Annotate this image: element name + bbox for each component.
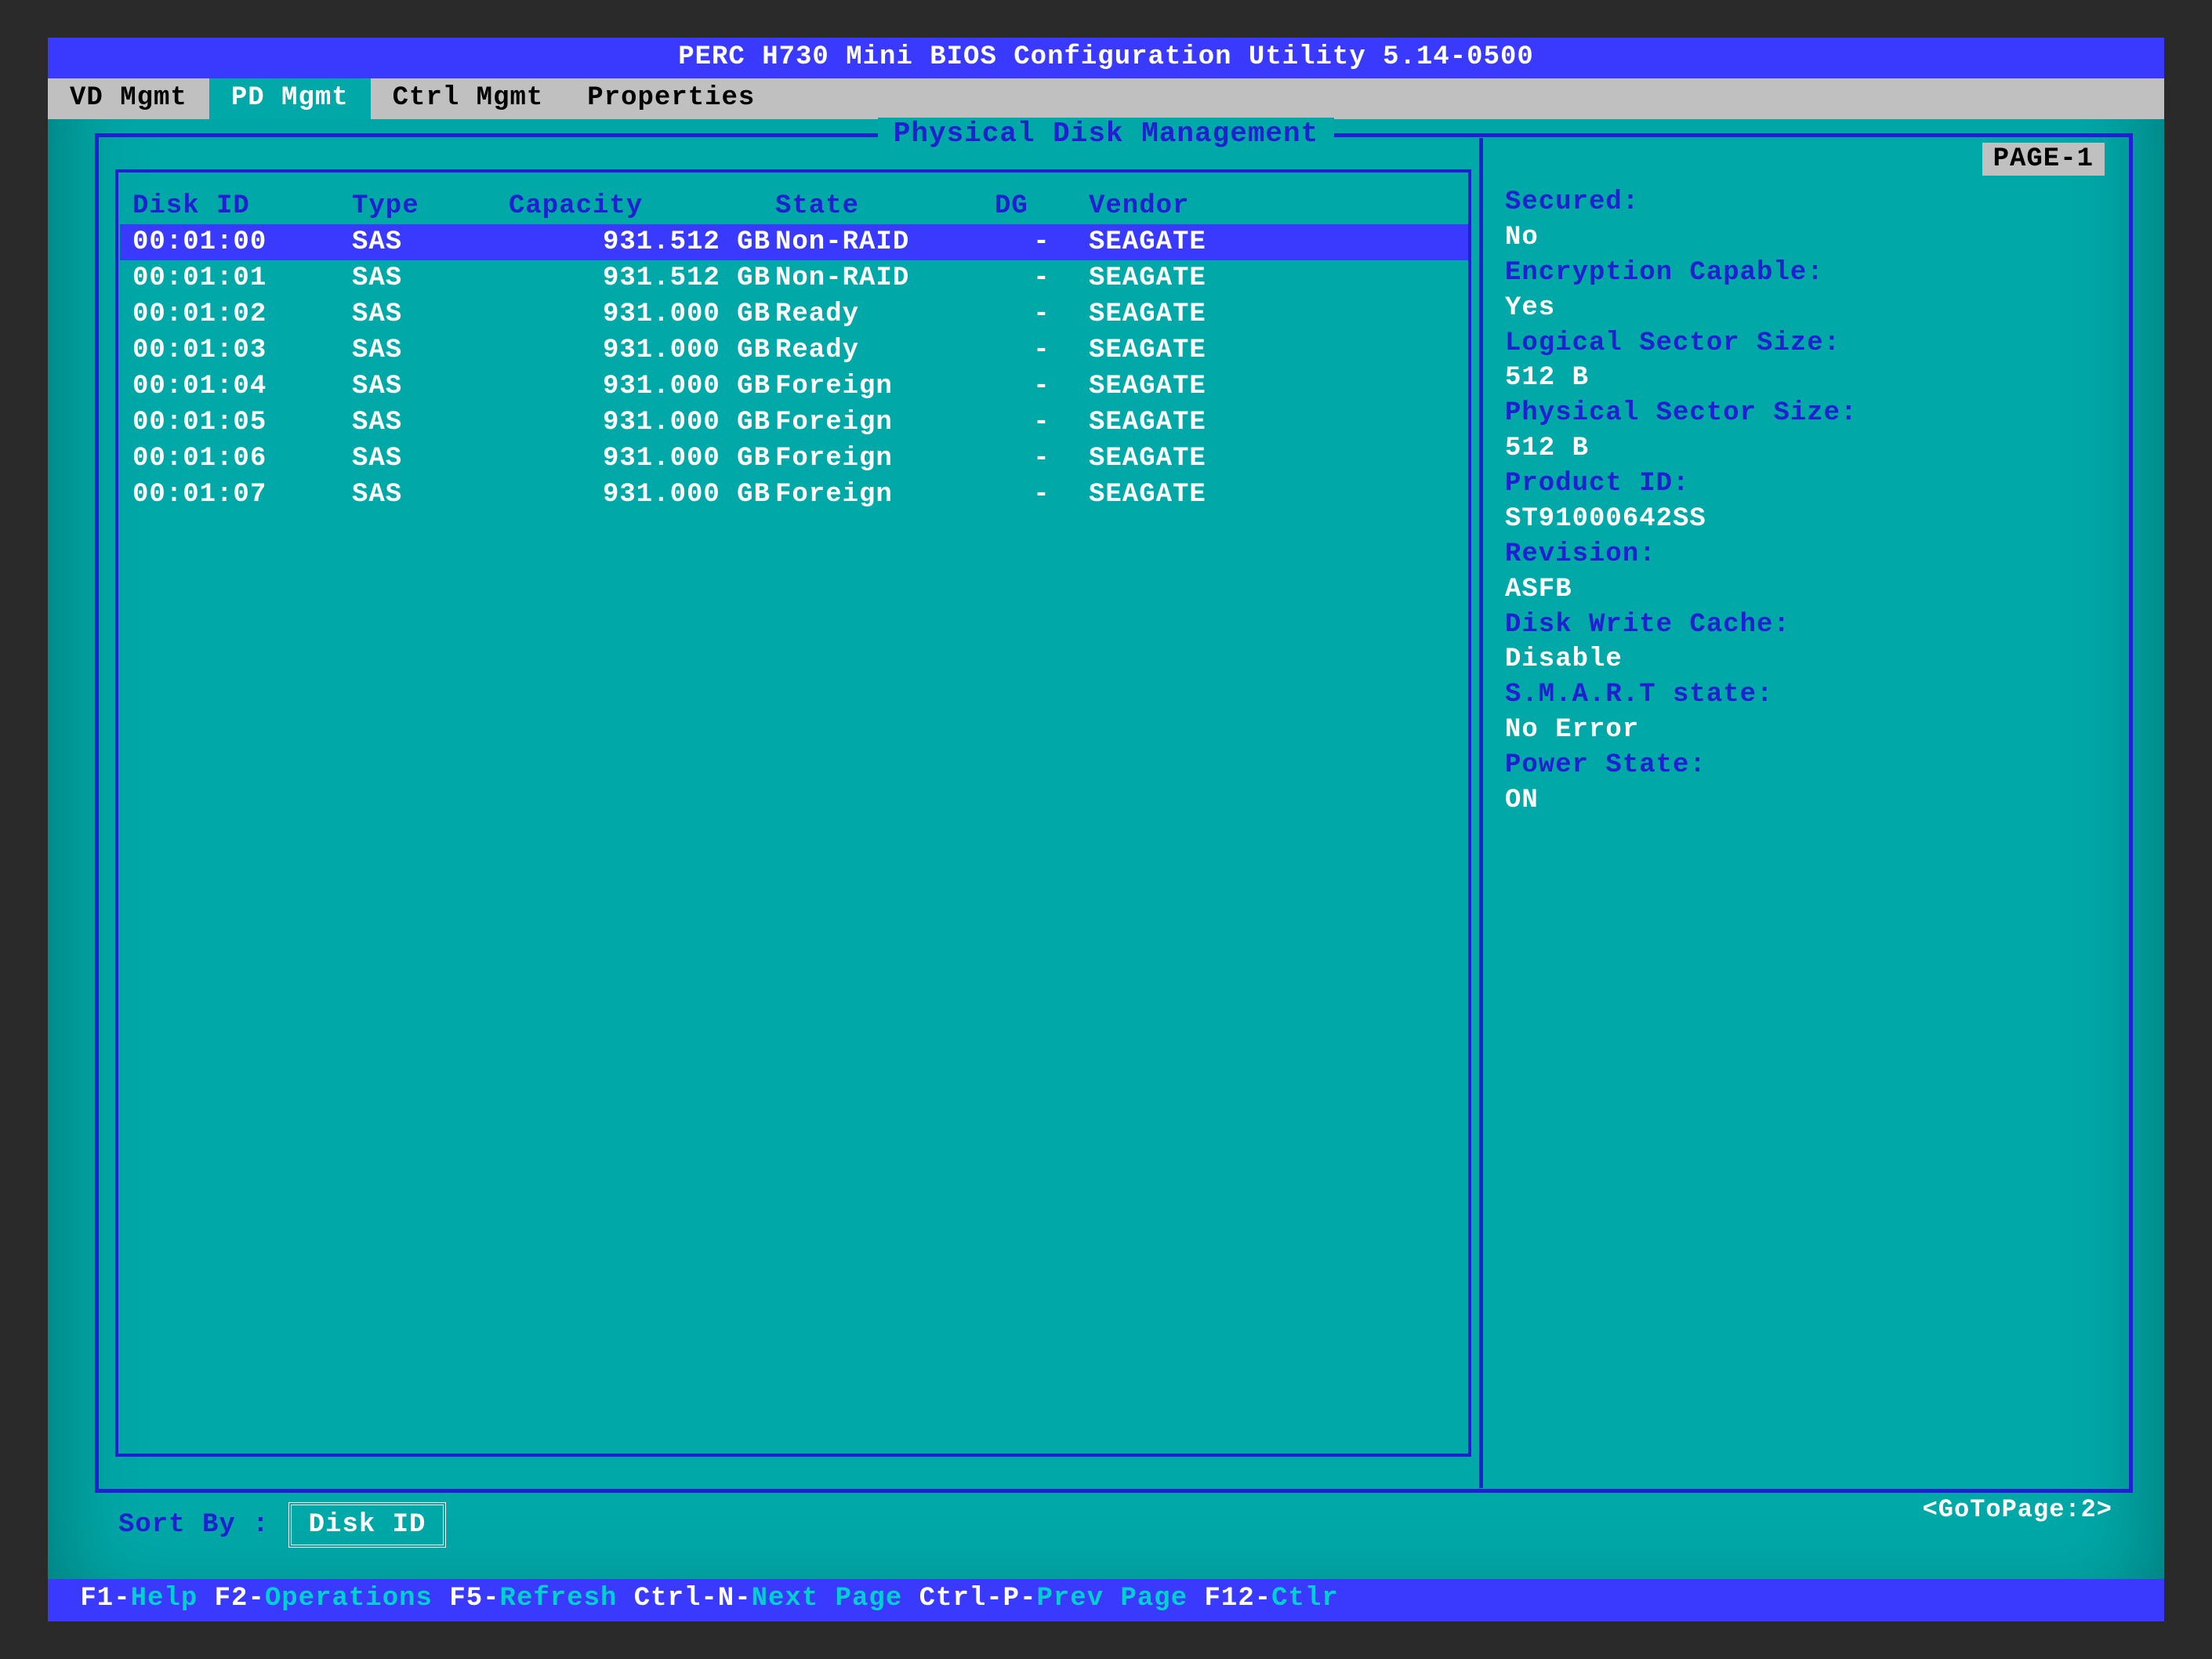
properties-pane: PAGE-1 Secured:NoEncryption Capable:YesL… [1479, 138, 2128, 1488]
title-bar: PERC H730 Mini BIOS Configuration Utilit… [48, 38, 2164, 78]
hotkey: F2 [215, 1584, 248, 1614]
property-value: No Error [1505, 713, 2116, 748]
property-label: S.M.A.R.T state: [1505, 677, 2116, 713]
hotkey-desc: Ctlr [1271, 1584, 1339, 1614]
work-area: Physical Disk Management Disk ID Type Ca… [48, 119, 2164, 1579]
property-label: Physical Sector Size: [1505, 396, 2116, 431]
hotkey-desc: Prev Page [1036, 1584, 1188, 1614]
property-value: Yes [1505, 291, 2116, 326]
hotkey: F12 [1205, 1584, 1255, 1614]
property-value: Disable [1505, 642, 2116, 677]
sort-row: Sort By : Disk ID [118, 1502, 446, 1548]
hotkey: F1 [80, 1584, 114, 1614]
property-label: Secured: [1505, 185, 2116, 220]
panel-title: Physical Disk Management [878, 118, 1334, 150]
tab-pd-mgmt[interactable]: PD Mgmt [209, 78, 371, 119]
hotkey: Ctrl-P [919, 1584, 1020, 1614]
property-value: ST91000642SS [1505, 502, 2116, 537]
sort-label: Sort By : [118, 1510, 270, 1540]
property-label: Encryption Capable: [1505, 256, 2116, 291]
sort-by-selector[interactable]: Disk ID [288, 1502, 447, 1548]
split-layout: Disk ID Type Capacity State DG Vendor 00… [100, 138, 2128, 1488]
property-label: Power State: [1505, 748, 2116, 783]
tab-bar: VD MgmtPD MgmtCtrl MgmtProperties [48, 78, 2164, 119]
property-label: Disk Write Cache: [1505, 608, 2116, 643]
hotkey-desc: Refresh [500, 1584, 618, 1614]
property-label: Logical Sector Size: [1505, 326, 2116, 361]
disk-list-pane: Disk ID Type Capacity State DG Vendor 00… [100, 138, 1479, 1488]
tab-vd-mgmt[interactable]: VD Mgmt [48, 78, 209, 119]
app-title: PERC H730 Mini BIOS Configuration Utilit… [678, 42, 1534, 72]
property-value: No [1505, 220, 2116, 256]
property-value: 512 B [1505, 431, 2116, 466]
hotkey-desc: Next Page [752, 1584, 903, 1614]
bios-screen: PERC H730 Mini BIOS Configuration Utilit… [48, 38, 2164, 1621]
tab-ctrl-mgmt[interactable]: Ctrl Mgmt [371, 78, 566, 119]
property-label: Product ID: [1505, 466, 2116, 502]
footer-hotkeys: F1-Help F2-Operations F5-Refresh Ctrl-N-… [48, 1579, 2164, 1621]
disk-table-frame [115, 169, 1471, 1457]
properties-list: Secured:NoEncryption Capable:YesLogical … [1505, 185, 2116, 819]
property-value: 512 B [1505, 361, 2116, 396]
hotkey-desc: Operations [265, 1584, 433, 1614]
hotkey: Ctrl-N [634, 1584, 734, 1614]
property-value: ASFB [1505, 572, 2116, 608]
panel-title-wrap: Physical Disk Management [48, 118, 2164, 150]
hotkey-desc: Help [131, 1584, 198, 1614]
tab-properties[interactable]: Properties [565, 78, 777, 119]
hotkey: F5 [449, 1584, 483, 1614]
property-value: ON [1505, 783, 2116, 819]
goto-page-hint[interactable]: <GoToPage:2> [1923, 1495, 2112, 1524]
property-label: Revision: [1505, 537, 2116, 572]
